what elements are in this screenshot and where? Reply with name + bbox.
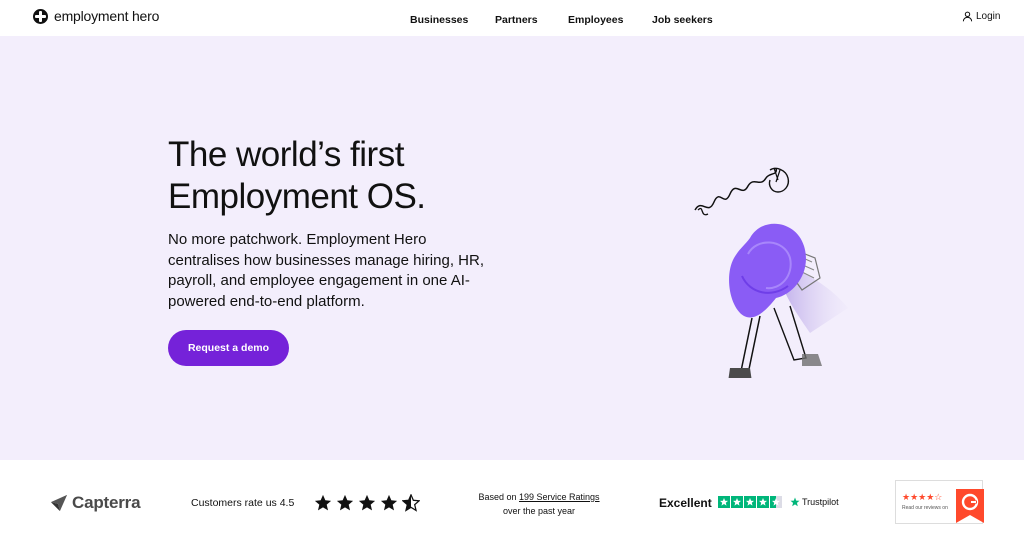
headline-line-2: Employment OS. (168, 177, 426, 216)
g2-review-badge[interactable]: ★★★★☆ Read our reviews on (895, 480, 984, 524)
trustpilot-stars (718, 496, 782, 508)
past-year-text: over the past year (502, 506, 576, 516)
customers-rate-text: Customers rate us 4.5 (191, 497, 295, 509)
hero-subcopy: No more patchwork. Employment Hero centr… (168, 231, 484, 310)
main-nav: Businesses Partners Employees Job seeker… (0, 14, 1024, 28)
star-full-icon (380, 494, 398, 511)
trustpilot-rating-label: Excellent (659, 496, 712, 510)
star-half-icon (402, 494, 420, 512)
nav-partners[interactable]: Partners (495, 14, 538, 26)
star-full-icon (336, 494, 354, 511)
user-icon (962, 11, 973, 22)
trustpilot-star-icon (731, 496, 743, 508)
login-link[interactable]: Login (962, 11, 1000, 22)
site-header: employment hero Businesses Partners Empl… (0, 0, 1024, 36)
trustpilot-half-star-icon (770, 496, 782, 508)
star-full-icon (314, 494, 332, 511)
hero-headline: The world’s first Employment OS. (168, 134, 588, 218)
capterra-arrow-icon (50, 494, 68, 512)
login-label: Login (976, 11, 1001, 22)
trustpilot-logo-star-icon (790, 497, 800, 507)
star-rating (314, 494, 420, 512)
g2-stars-icon: ★★★★☆ (902, 492, 943, 502)
trustpilot-logo[interactable]: Trustpilot (790, 497, 839, 507)
service-ratings-text: Based on 199 Service Ratings over the pa… (472, 490, 606, 518)
based-on-prefix: Based on (478, 492, 517, 502)
nav-businesses[interactable]: Businesses (410, 14, 468, 26)
nav-employees[interactable]: Employees (568, 14, 623, 26)
service-ratings-link[interactable]: 199 Service Ratings (519, 492, 600, 502)
capterra-logo[interactable]: Capterra (50, 493, 141, 513)
nav-job-seekers[interactable]: Job seekers (652, 14, 713, 26)
g2-logo-icon (956, 489, 984, 523)
hero-section: The world’s first Employment OS. No more… (0, 36, 1024, 460)
capterra-label: Capterra (72, 493, 141, 512)
headline-line-1: The world’s first (168, 135, 404, 174)
trustpilot-brand: Trustpilot (802, 497, 839, 507)
trustpilot-star-icon (718, 496, 730, 508)
request-demo-button[interactable]: Request a demo (168, 330, 289, 366)
g2-read-reviews-text: Read our reviews on (902, 505, 948, 511)
trustpilot-star-icon (744, 496, 756, 508)
star-full-icon (358, 494, 376, 511)
walking-person-illustration (694, 167, 848, 378)
trustpilot-star-icon (757, 496, 769, 508)
ratings-bar: Capterra Customers rate us 4.5 Based on … (0, 460, 1024, 540)
